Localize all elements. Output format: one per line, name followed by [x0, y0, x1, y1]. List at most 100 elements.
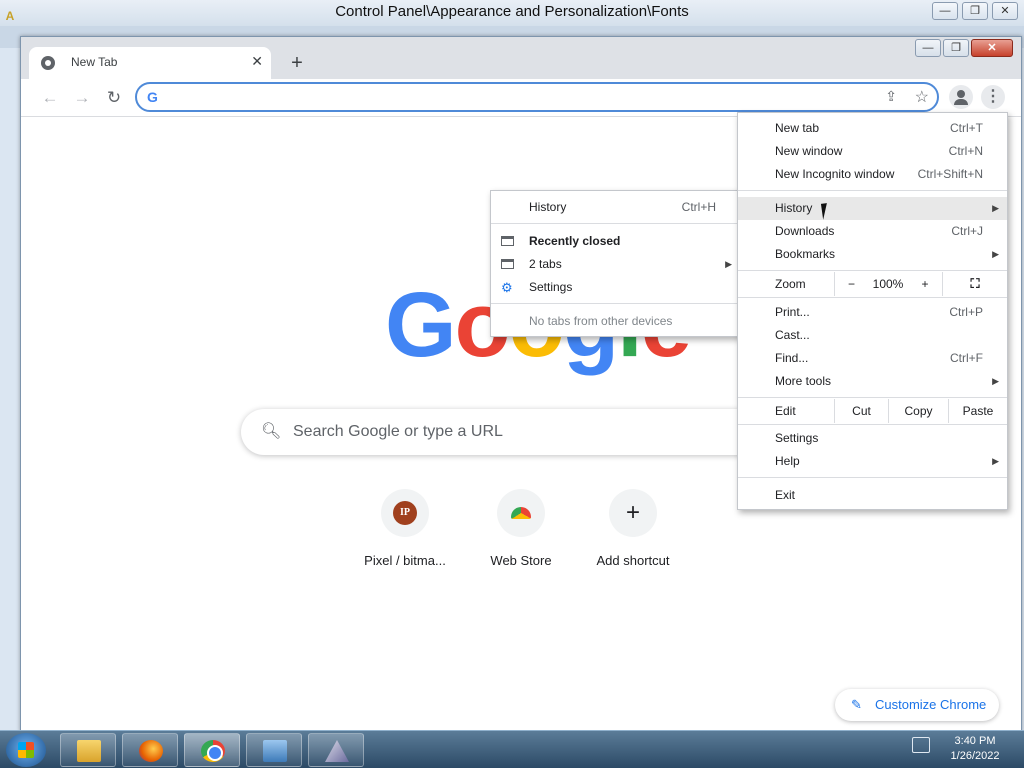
new-tab-button[interactable]: +	[285, 52, 309, 76]
web-store-icon	[497, 489, 545, 537]
chrome-favicon-icon	[41, 56, 55, 70]
share-icon[interactable]: ⇪	[885, 88, 897, 105]
menu-label: More tools	[775, 374, 832, 388]
pencil-icon: ✎	[851, 697, 862, 712]
shortcut-label: Web Store	[490, 553, 552, 568]
edit-label: Edit	[775, 404, 796, 418]
chrome-close-button[interactable]: ✕	[971, 39, 1013, 57]
submenu-arrow-icon: ▶	[992, 456, 999, 466]
reload-icon[interactable]: ↻	[101, 85, 127, 111]
fullscreen-icon[interactable]: ⛶	[942, 272, 1007, 296]
logo-letter: G	[385, 274, 457, 376]
ntp-search-box[interactable]: 🔍︎ Search Google or type a URL	[241, 409, 821, 455]
chrome-window-controls: — ❐ ✕	[915, 39, 1013, 57]
forward-arrow-icon[interactable]: →	[69, 85, 95, 111]
background-window-title: Control Panel\Appearance and Personaliza…	[335, 3, 689, 20]
chrome-restore-button[interactable]: ❐	[943, 39, 969, 57]
explorer-app-icon: A	[5, 9, 15, 23]
menu-label: Print...	[775, 305, 810, 319]
menu-item-downloads[interactable]: Downloads Ctrl+J	[738, 220, 1007, 243]
menu-item-find[interactable]: Find... Ctrl+F	[738, 347, 1007, 370]
menu-item-help[interactable]: Help ▶	[738, 450, 1007, 473]
background-window-titlebar[interactable]: A Control Panel\Appearance and Personali…	[0, 0, 1024, 26]
menu-label: Find...	[775, 351, 809, 365]
gear-icon: ⚙	[501, 280, 513, 295]
taskbar-explorer[interactable]	[60, 733, 116, 767]
submenu-item-history[interactable]: History Ctrl+H	[491, 196, 740, 219]
address-bar[interactable]: G ⇪ ☆	[135, 82, 939, 112]
clock-time: 3:40 PM	[954, 735, 996, 747]
shortcut-pixel-bitmap[interactable]: IP Pixel / bitma...	[349, 489, 461, 589]
chrome-minimize-button[interactable]: —	[915, 39, 941, 57]
menu-item-print[interactable]: Print... Ctrl+P	[738, 301, 1007, 324]
clock-date: 1/26/2022	[950, 750, 1000, 762]
customize-chrome-button[interactable]: ✎ Customize Chrome	[835, 689, 999, 721]
taskbar-firefox[interactable]	[122, 733, 178, 767]
tab-new-tab[interactable]: New Tab ✕	[29, 47, 271, 79]
window-icon	[501, 236, 514, 246]
taskbar: 3:40 PM 1/26/2022	[0, 730, 1024, 768]
menu-item-settings[interactable]: Settings	[738, 427, 1007, 450]
chrome-main-menu: New tab Ctrl+T New window Ctrl+N New Inc…	[737, 112, 1008, 510]
back-arrow-icon[interactable]: ←	[37, 85, 63, 111]
shortcut-web-store[interactable]: Web Store	[465, 489, 577, 589]
plus-glyph: +	[625, 499, 640, 526]
tab-close-icon[interactable]: ✕	[251, 53, 263, 70]
network-icon[interactable]	[912, 737, 930, 753]
submenu-item-2-tabs[interactable]: 2 tabs ▶	[491, 253, 740, 276]
separator	[738, 424, 1007, 425]
submenu-item-settings[interactable]: ⚙ Settings	[491, 276, 740, 299]
system-clock[interactable]: 3:40 PM 1/26/2022	[940, 734, 1010, 764]
zoom-out-button[interactable]: −	[834, 272, 868, 296]
menu-label: New tab	[775, 121, 820, 135]
menu-label: Exit	[775, 488, 796, 502]
profile-body	[954, 99, 968, 105]
minimize-button[interactable]: —	[932, 2, 958, 20]
taskbar-app[interactable]	[308, 733, 364, 767]
menu-item-exit[interactable]: Exit	[738, 484, 1007, 507]
submenu-label: History	[529, 200, 567, 214]
edit-row: Edit Cut Copy Paste	[738, 399, 1007, 423]
separator	[491, 223, 760, 224]
control-panel-icon	[263, 740, 287, 762]
submenu-label: Recently closed	[529, 234, 621, 248]
menu-shortcut: Ctrl+F	[950, 351, 983, 365]
menu-item-cast[interactable]: Cast...	[738, 324, 1007, 347]
menu-item-more-tools[interactable]: More tools ▶	[738, 370, 1007, 393]
shortcut-add[interactable]: + Add shortcut	[577, 489, 689, 589]
cut-button[interactable]: Cut	[834, 399, 888, 423]
profile-head	[957, 90, 965, 98]
separator	[738, 297, 1007, 298]
pixel-bitmap-badge: IP	[393, 501, 417, 525]
start-button[interactable]	[6, 733, 46, 767]
taskbar-chrome[interactable]	[184, 733, 240, 767]
menu-shortcut: Ctrl+J	[951, 224, 983, 238]
menu-item-new-window[interactable]: New window Ctrl+N	[738, 140, 1007, 163]
profile-avatar-icon[interactable]	[949, 85, 973, 109]
separator	[738, 397, 1007, 398]
application-icon	[325, 740, 349, 762]
submenu-label: Settings	[529, 280, 573, 294]
menu-item-history[interactable]: History ▶	[738, 197, 1007, 220]
web-store-glyph	[511, 507, 531, 519]
bookmark-star-icon[interactable]: ☆	[915, 87, 929, 107]
shortcut-label: Pixel / bitma...	[364, 553, 446, 568]
copy-button[interactable]: Copy	[888, 399, 948, 423]
zoom-in-button[interactable]: +	[908, 272, 942, 296]
firefox-icon	[139, 740, 163, 762]
close-button[interactable]: ✕	[992, 2, 1018, 20]
menu-item-new-tab[interactable]: New tab Ctrl+T	[738, 117, 1007, 140]
menu-label: Help	[775, 454, 800, 468]
paste-button[interactable]: Paste	[948, 399, 1007, 423]
submenu-label: No tabs from other devices	[529, 314, 673, 328]
menu-label: New window	[775, 144, 843, 158]
chrome-menu-kebab-icon[interactable]: ⋮	[981, 85, 1005, 109]
submenu-shortcut: Ctrl+H	[681, 200, 716, 214]
menu-item-bookmarks[interactable]: Bookmarks ▶	[738, 243, 1007, 266]
submenu-item-recently-closed: Recently closed	[491, 230, 740, 253]
search-placeholder: Search Google or type a URL	[293, 423, 503, 440]
taskbar-control-panel[interactable]	[246, 733, 302, 767]
menu-item-new-incognito-window[interactable]: New Incognito window Ctrl+Shift+N	[738, 163, 1007, 186]
menu-shortcut: Ctrl+Shift+N	[917, 167, 983, 181]
restore-button[interactable]: ❐	[962, 2, 988, 20]
